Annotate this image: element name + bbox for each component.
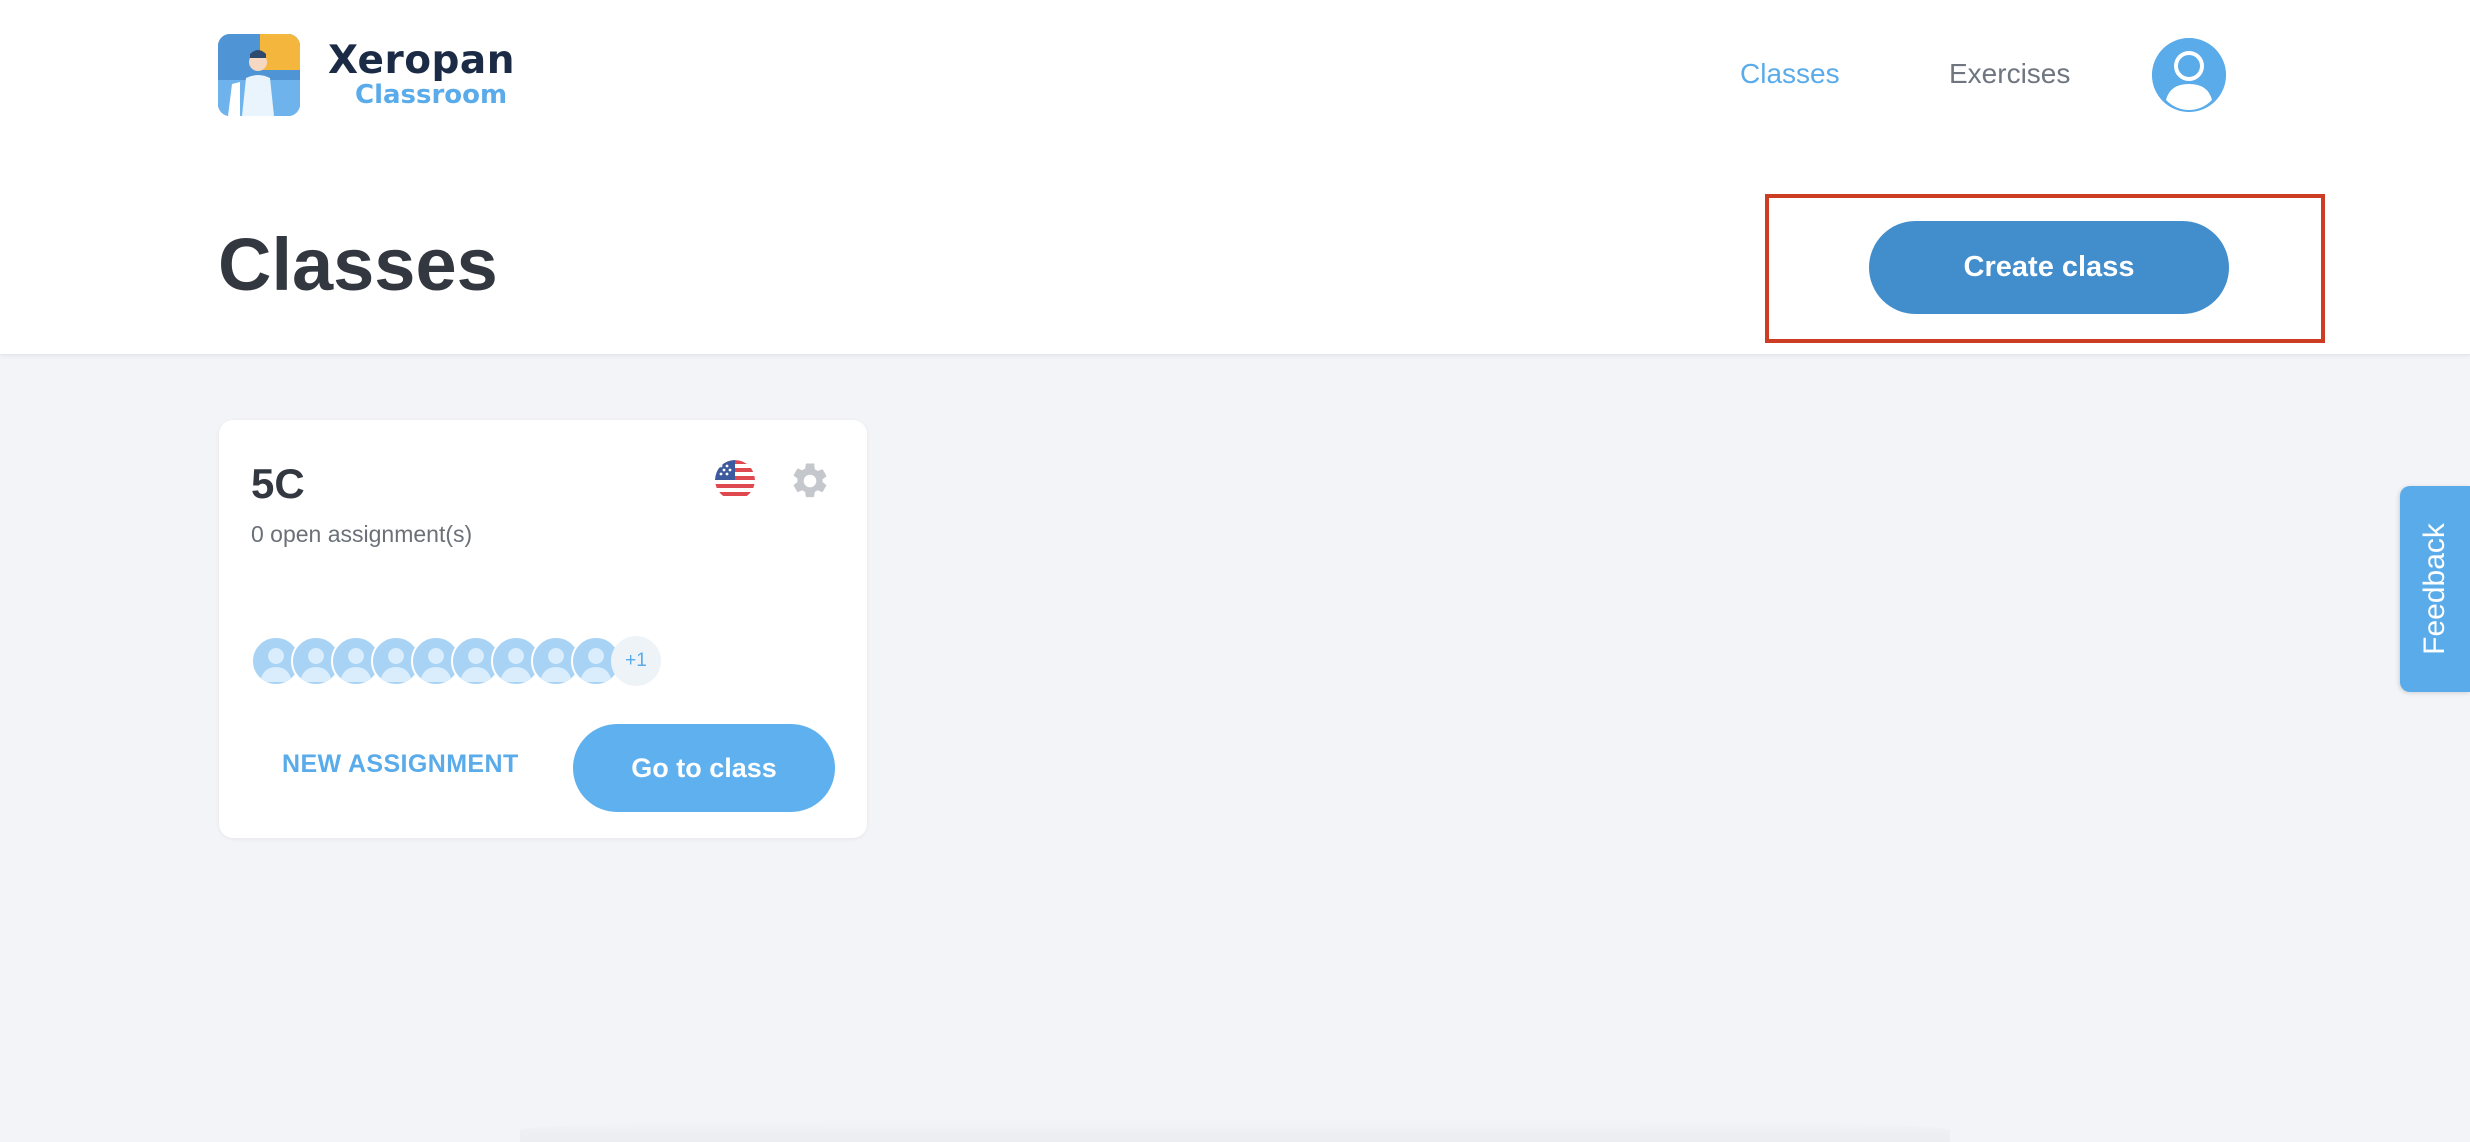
nav-classes[interactable]: Classes — [1740, 58, 1840, 90]
class-card: 5C 0 open assignment(s) +1 NEW ASSIGNMEN… — [219, 420, 867, 838]
brand-product: Classroom — [355, 80, 508, 110]
header: Xeropan Classroom Classes Exercises Clas… — [0, 0, 2470, 355]
more-students-badge: +1 — [611, 636, 661, 686]
nav-exercises[interactable]: Exercises — [1949, 58, 2070, 90]
class-name: 5C — [251, 460, 305, 507]
new-assignment-button[interactable]: NEW ASSIGNMENT — [282, 750, 519, 779]
profile-button[interactable] — [2152, 38, 2226, 112]
xeropan-logo-icon — [218, 34, 300, 116]
us-flag-icon — [715, 460, 755, 500]
open-assignments-count: 0 open assignment(s) — [251, 521, 473, 547]
page-title: Classes — [218, 223, 498, 306]
feedback-label: Feedback — [2418, 523, 2451, 655]
create-class-button[interactable]: Create class — [1869, 221, 2229, 314]
brand-logo[interactable]: Xeropan Classroom — [218, 34, 518, 116]
class-settings-button[interactable] — [789, 460, 831, 502]
user-avatar-icon — [2152, 38, 2226, 112]
brand-name: Xeropan — [328, 38, 515, 83]
bottom-shadow — [520, 1118, 1950, 1142]
feedback-tab[interactable]: Feedback — [2400, 486, 2470, 692]
student-avatars: +1 — [251, 636, 671, 686]
gear-icon — [793, 463, 827, 498]
go-to-class-button[interactable]: Go to class — [573, 724, 835, 812]
